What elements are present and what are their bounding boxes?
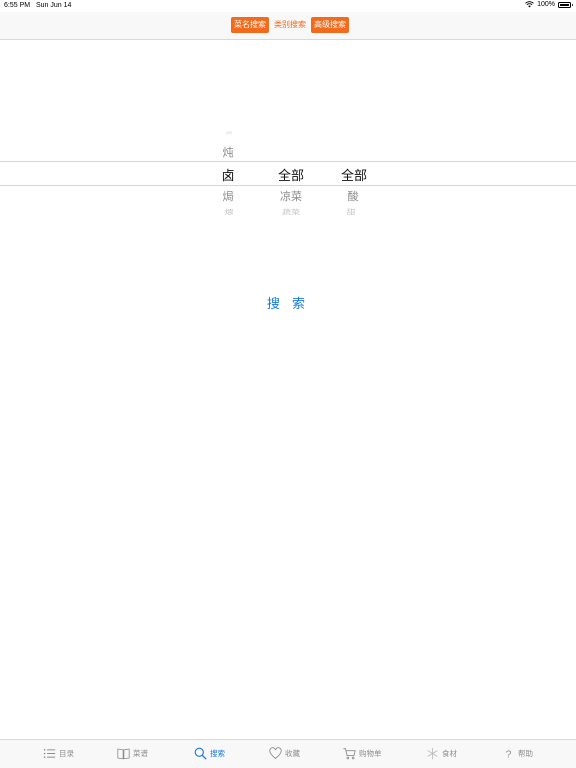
- tab-catalog-label: 目录: [59, 749, 74, 758]
- tab-catalog[interactable]: 目录: [43, 747, 74, 760]
- search-button[interactable]: 搜 索: [0, 293, 576, 312]
- picker-col3-below1[interactable]: 酸: [348, 188, 359, 204]
- picker-col1-above2[interactable]: 烤: [226, 131, 233, 136]
- cart-icon: [343, 748, 356, 760]
- picker-col3-below2[interactable]: 甜: [346, 207, 355, 216]
- segment-name-search[interactable]: 菜名搜索: [231, 17, 269, 33]
- question-icon: ?: [506, 749, 512, 760]
- picker-col3-selected[interactable]: 全部: [341, 165, 367, 184]
- status-date: Sun Jun 14: [36, 2, 72, 9]
- category-picker[interactable]: 烤 炖 卤 焗 煨 全部 凉菜 蔬菜 全部 酸 甜: [0, 110, 576, 235]
- tab-recipes[interactable]: 菜谱: [117, 747, 148, 760]
- search-type-segmented-control: 菜名搜索 类别搜索 高级搜索: [231, 17, 349, 33]
- picker-col2-below2[interactable]: 蔬菜: [282, 207, 300, 216]
- tab-ingredients-label: 食材: [442, 749, 457, 758]
- tab-bar: 目录 菜谱 搜索 收藏 购物单 食材 ? 帮助: [0, 739, 576, 768]
- battery-icon: [558, 1, 573, 8]
- heart-icon: [269, 747, 282, 759]
- picker-col2-below1[interactable]: 凉菜: [280, 188, 302, 204]
- picker-selection-line-top: [0, 161, 576, 162]
- tab-favorites[interactable]: 收藏: [269, 747, 300, 760]
- picker-col2-selected[interactable]: 全部: [278, 165, 304, 184]
- tab-shopping-list[interactable]: 购物单: [343, 747, 382, 760]
- status-bar: 6:55 PM Sun Jun 14 100%: [0, 0, 576, 12]
- search-icon: [194, 747, 207, 760]
- picker-col1-above1[interactable]: 炖: [223, 144, 234, 160]
- battery-percent: 100%: [537, 1, 555, 8]
- tab-help-label: 帮助: [518, 749, 533, 758]
- tab-search-label: 搜索: [210, 749, 225, 758]
- tab-shopping-list-label: 购物单: [359, 749, 382, 758]
- picker-col1-below1[interactable]: 焗: [223, 188, 234, 204]
- book-icon: [117, 748, 130, 760]
- snowflake-icon: [427, 747, 438, 760]
- tab-recipes-label: 菜谱: [133, 749, 148, 758]
- list-icon: [43, 749, 56, 758]
- tab-favorites-label: 收藏: [285, 749, 300, 758]
- picker-col1-selected[interactable]: 卤: [221, 165, 234, 184]
- tab-help[interactable]: ? 帮助: [502, 747, 533, 760]
- segment-category-search[interactable]: 类别搜索: [271, 17, 309, 33]
- status-right: 100%: [525, 1, 573, 8]
- wifi-icon: [525, 1, 534, 8]
- status-time: 6:55 PM: [4, 2, 31, 9]
- svg-text:?: ?: [506, 749, 512, 760]
- picker-col1-below2[interactable]: 煨: [224, 207, 233, 216]
- tab-ingredients[interactable]: 食材: [426, 747, 457, 760]
- picker-selection-line-bottom: [0, 185, 576, 186]
- nav-bar: 菜名搜索 类别搜索 高级搜索: [0, 12, 576, 40]
- segment-advanced-search[interactable]: 高级搜索: [311, 17, 349, 33]
- tab-search[interactable]: 搜索: [194, 747, 225, 760]
